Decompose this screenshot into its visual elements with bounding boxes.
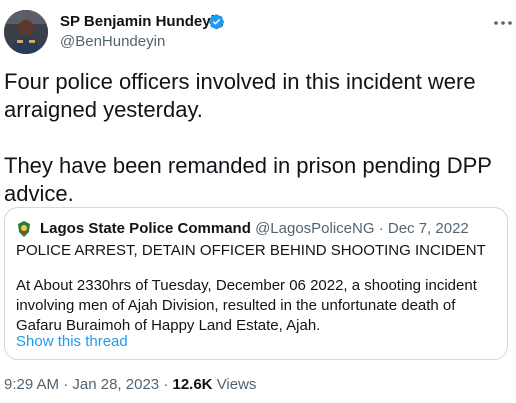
tweet-paragraph: They have been remanded in prison pendin… <box>4 153 492 206</box>
tweet-paragraph: Four police officers involved in this in… <box>4 69 476 122</box>
author-handle[interactable]: @BenHundeyin <box>60 33 165 50</box>
separator: · <box>378 220 384 237</box>
tweet-time[interactable]: 9:29 AM <box>4 376 59 393</box>
quoted-title: POLICE ARREST, DETAIN OFFICER BEHIND SHO… <box>16 242 486 259</box>
verified-badge-icon <box>208 13 225 30</box>
views-label: Views <box>216 376 257 393</box>
tweet-date[interactable]: Jan 28, 2023 <box>72 376 159 393</box>
views-count: 12.6K <box>172 376 213 393</box>
quoted-tweet[interactable]: Lagos State Police Command @LagosPoliceN… <box>4 207 508 360</box>
police-emblem-icon <box>15 220 33 238</box>
quoted-header: Lagos State Police Command @LagosPoliceN… <box>40 220 469 237</box>
more-options-icon[interactable] <box>492 12 514 34</box>
quoted-date[interactable]: Dec 7, 2022 <box>388 220 469 237</box>
separator: · <box>163 376 169 393</box>
show-thread-link[interactable]: Show this thread <box>16 333 128 350</box>
author-avatar[interactable] <box>4 10 48 54</box>
tweet-meta: 9:29 AM · Jan 28, 2023 · 12.6K Views <box>4 376 256 393</box>
quoted-body: At About 2330hrs of Tuesday, December 06… <box>16 277 477 334</box>
author-name[interactable]: SP Benjamin Hundeyin <box>60 13 224 30</box>
quoted-author-handle[interactable]: @LagosPoliceNG <box>255 220 374 237</box>
separator: · <box>63 376 69 393</box>
quoted-author-name[interactable]: Lagos State Police Command <box>40 220 251 237</box>
tweet-text: Four police officers involved in this in… <box>4 68 509 208</box>
